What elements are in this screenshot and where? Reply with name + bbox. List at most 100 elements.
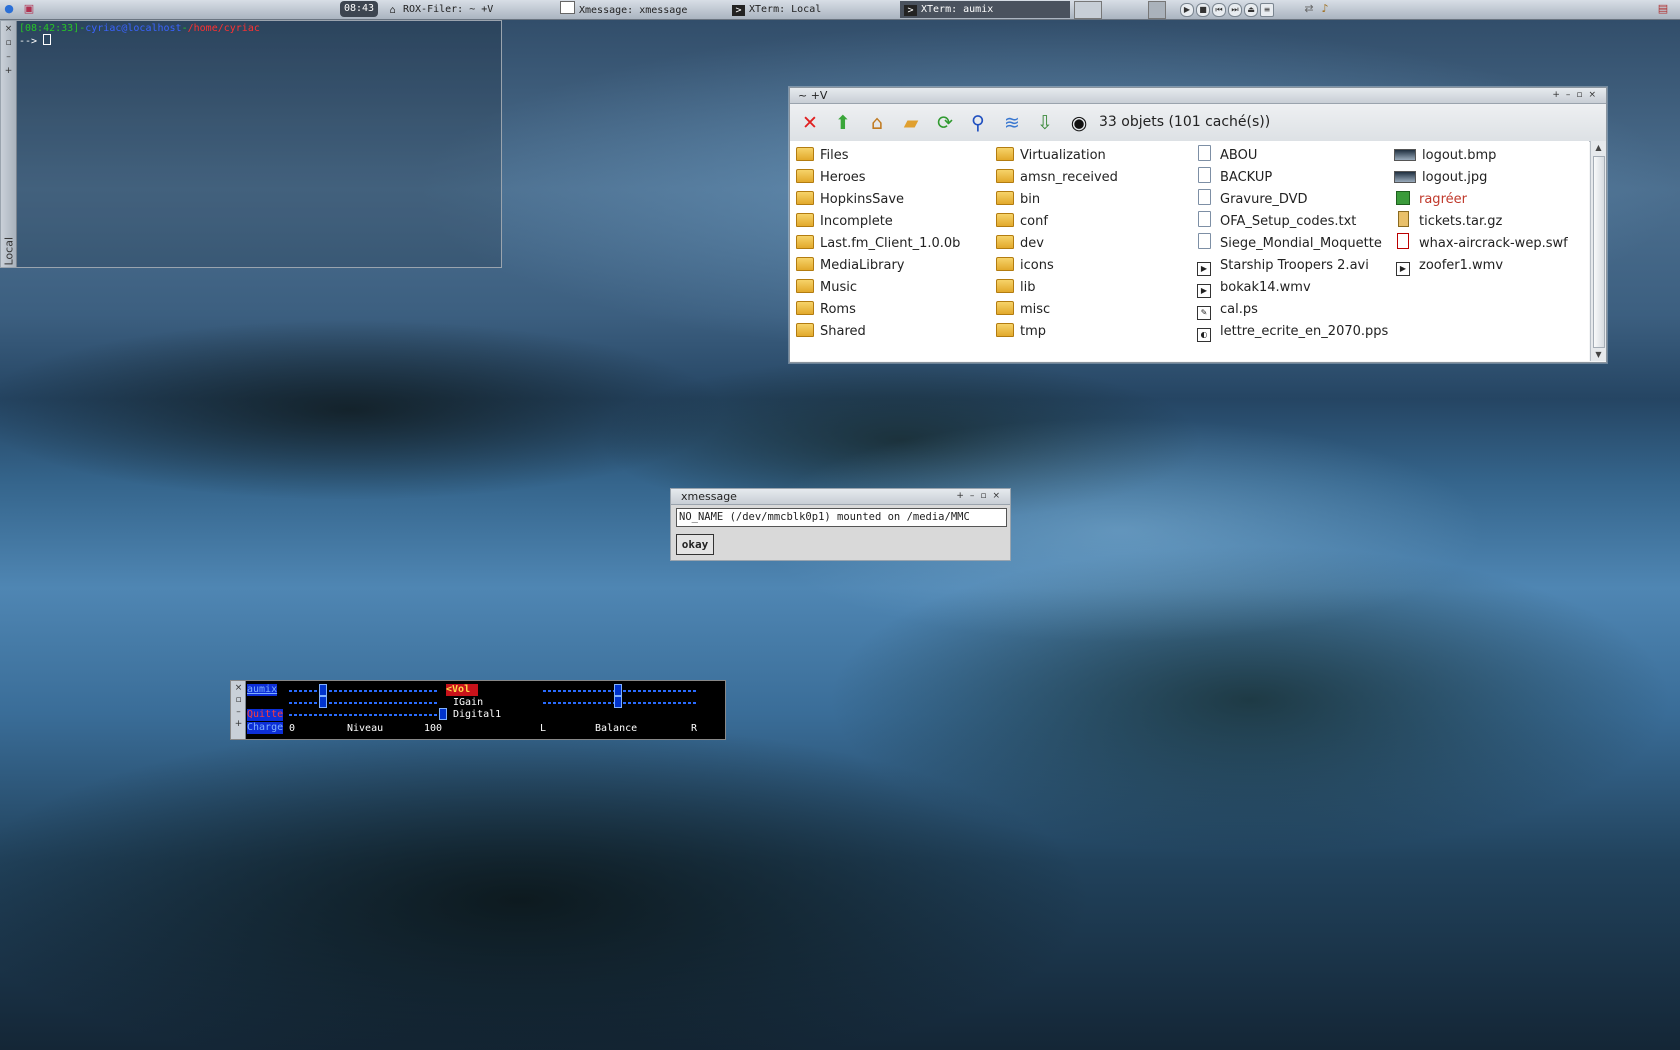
list-item[interactable]: Files [793, 145, 960, 167]
close-icon[interactable]: × [233, 683, 244, 693]
window-side-titlebar[interactable]: × ▫ – + Local [1, 21, 17, 267]
stop-icon[interactable]: ■ [1196, 3, 1210, 17]
list-item[interactable]: Last.fm_Client_1.0.0b [793, 233, 960, 255]
scrollbar-thumb[interactable] [1593, 156, 1605, 348]
scroll-up-icon[interactable]: ▲ [1591, 141, 1606, 154]
list-item[interactable]: misc [993, 299, 1118, 321]
list-item[interactable]: ◐ lettre_ecrite_en_2070.pps [1192, 321, 1388, 343]
window-buttons[interactable]: +–▫× [956, 489, 1006, 504]
list-item[interactable]: logout.bmp [1391, 145, 1568, 167]
list-item[interactable]: Heroes [793, 167, 960, 189]
maximize-icon[interactable]: ▫ [3, 38, 14, 48]
task-xterm-aumix[interactable]: > XTerm: aumix [900, 1, 1070, 18]
igain-level-track[interactable] [289, 702, 439, 704]
window-side-titlebar[interactable]: × ▫ – + [231, 681, 246, 739]
list-item[interactable]: Shared [793, 321, 960, 343]
task-rox-filer[interactable]: ⌂ ROX-Filer: ~ +V [382, 1, 552, 18]
zoom-icon[interactable]: ⚲ [966, 111, 990, 135]
list-item[interactable]: Roms [793, 299, 960, 321]
igain-balance-slider[interactable] [614, 696, 622, 708]
digital1-level-slider[interactable] [439, 708, 447, 720]
up-arrow-icon[interactable]: ⬆ [831, 111, 855, 135]
file-name: dev [1020, 236, 1044, 251]
window-titlebar[interactable]: ~ +V +–▫× [790, 88, 1606, 104]
view-type-icon[interactable]: ≋ [1000, 111, 1024, 135]
list-item[interactable]: tickets.tar.gz [1391, 211, 1568, 233]
notification-icon[interactable]: ▤ [1656, 2, 1670, 16]
channel-igain[interactable]: IGain [453, 697, 483, 709]
channel-digital1[interactable]: Digital1 [453, 709, 501, 721]
list-item[interactable]: OFA_Setup_codes.txt [1192, 211, 1388, 233]
list-item[interactable]: ✎ cal.ps [1192, 299, 1388, 321]
task-label: Xmessage: xmessage [579, 5, 688, 16]
close-icon[interactable]: ✕ [798, 111, 822, 135]
list-item[interactable]: tmp [993, 321, 1118, 343]
minimize-icon[interactable]: – [3, 52, 14, 62]
close-icon[interactable]: × [3, 24, 14, 34]
home-icon[interactable]: ⌂ [865, 111, 889, 135]
list-item[interactable]: Siege_Mondial_Moquette [1192, 233, 1388, 255]
previous-icon[interactable]: ⏮ [1212, 3, 1226, 17]
list-item[interactable]: ABOU [1192, 145, 1388, 167]
task-xterm-local[interactable]: > XTerm: Local [728, 1, 898, 18]
list-item[interactable]: Incomplete [793, 211, 960, 233]
refresh-icon[interactable]: ⟳ [933, 111, 957, 135]
list-item[interactable]: ▶ bokak14.wmv [1192, 277, 1388, 299]
menu-icon[interactable]: ● [2, 2, 16, 16]
volume-icon[interactable]: ♪ [1318, 2, 1332, 16]
maximize-icon[interactable]: ▫ [233, 695, 244, 705]
list-item[interactable]: logout.jpg [1391, 167, 1568, 189]
minimize-icon[interactable]: – [233, 707, 244, 717]
okay-button[interactable]: okay [676, 534, 714, 555]
network-icon[interactable]: ⇄ [1302, 2, 1316, 16]
window-titlebar[interactable]: xmessage +–▫× [671, 489, 1010, 505]
list-item[interactable]: BACKUP [1192, 167, 1388, 189]
list-item[interactable]: HopkinsSave [793, 189, 960, 211]
list-item[interactable]: Virtualization [993, 145, 1118, 167]
vol-level-track[interactable] [289, 690, 439, 692]
window-buttons[interactable]: +–▫× [1552, 88, 1602, 103]
eject-icon[interactable]: ⏏ [1244, 3, 1258, 17]
aumix-window[interactable]: × ▫ – + aumix Quitte Charge <Vol IGain D… [230, 680, 726, 740]
workspace-pager[interactable] [1074, 1, 1102, 19]
play-icon[interactable]: ▶ [1180, 3, 1194, 17]
rox-filer-window[interactable]: ~ +V +–▫× ✕ ⬆ ⌂ ▰ ⟳ ⚲ ≋ ⇩ ◉ 33 objets (1… [789, 87, 1607, 363]
vol-level-slider[interactable] [319, 684, 327, 696]
igain-level-slider[interactable] [319, 696, 327, 708]
xmessage-window[interactable]: xmessage +–▫× NO_NAME (/dev/mmcblk0p1) m… [670, 488, 1011, 561]
shade-icon[interactable]: + [233, 719, 244, 729]
app-launcher-icon[interactable]: ▣ [22, 2, 36, 16]
list-item[interactable]: ▶ Starship Troopers 2.avi [1192, 255, 1388, 277]
digital1-level-track[interactable] [289, 714, 439, 716]
task-xmessage[interactable]: Xmessage: xmessage [556, 1, 726, 18]
xterm-local-window[interactable]: × ▫ – + Local [08:42:33]-cyriac@localhos… [0, 20, 502, 268]
prompt-line-2[interactable]: --> [19, 34, 52, 48]
file-name: Roms [820, 302, 856, 317]
list-item[interactable]: ▶ zoofer1.wmv [1391, 255, 1568, 277]
list-item[interactable]: Music [793, 277, 960, 299]
workspace-2[interactable] [1148, 1, 1166, 19]
next-icon[interactable]: ⏭ [1228, 3, 1242, 17]
scrollbar[interactable]: ▲ ▼ [1590, 141, 1606, 361]
list-item[interactable]: whax-aircrack-wep.swf [1391, 233, 1568, 255]
list-item[interactable]: MediaLibrary [793, 255, 960, 277]
list-item[interactable]: icons [993, 255, 1118, 277]
shade-icon[interactable]: + [3, 66, 14, 76]
list-item[interactable]: dev [993, 233, 1118, 255]
list-item[interactable]: Gravure_DVD [1192, 189, 1388, 211]
load-menu-item[interactable]: Charge [247, 722, 284, 734]
playlist-icon[interactable]: ≡ [1260, 3, 1274, 17]
scroll-down-icon[interactable]: ▼ [1591, 348, 1606, 361]
list-item[interactable]: ragréer [1391, 189, 1568, 211]
options-icon[interactable]: ⇩ [1033, 111, 1057, 135]
list-item[interactable]: conf [993, 211, 1118, 233]
bookmarks-icon[interactable]: ▰ [899, 111, 923, 135]
channel-vol[interactable]: <Vol [446, 684, 479, 696]
prompt-time: [08:42:33] [19, 23, 80, 34]
list-item[interactable]: amsn_received [993, 167, 1118, 189]
quit-menu-item[interactable]: Quitte [247, 709, 284, 721]
show-hidden-eye-icon[interactable]: ◉ [1067, 111, 1091, 135]
vol-balance-slider[interactable] [614, 684, 622, 696]
list-item[interactable]: bin [993, 189, 1118, 211]
list-item[interactable]: lib [993, 277, 1118, 299]
